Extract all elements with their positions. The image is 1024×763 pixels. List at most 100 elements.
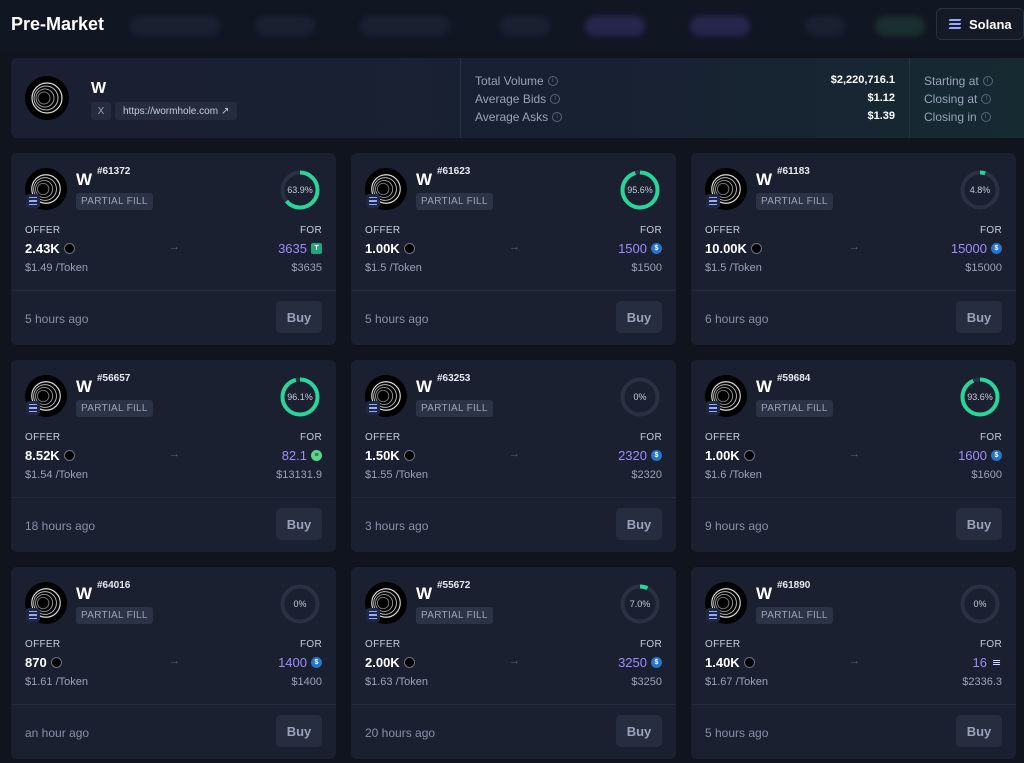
chain-selector-button[interactable]: Solana bbox=[936, 8, 1024, 40]
sol-token-icon: ≡ bbox=[311, 450, 322, 461]
arrow-right-icon: → bbox=[169, 241, 180, 253]
token-symbol: W bbox=[91, 80, 107, 97]
order-card[interactable]: W #55672 PARTIAL FILL 7.0% OFFER FOR 2.0… bbox=[351, 567, 676, 759]
offer-label: OFFER bbox=[365, 639, 401, 650]
offer-label: OFFER bbox=[25, 225, 61, 236]
offer-amount: 10.00K bbox=[705, 241, 762, 256]
order-card[interactable]: W #56657 PARTIAL FILL 96.1% OFFER FOR 8.… bbox=[11, 360, 336, 552]
buy-button[interactable]: Buy bbox=[956, 508, 1002, 540]
buy-button[interactable]: Buy bbox=[956, 715, 1002, 747]
blurred-nav-item[interactable] bbox=[690, 16, 750, 36]
buy-button[interactable]: Buy bbox=[616, 301, 662, 333]
for-usd-value: $1600 bbox=[971, 469, 1002, 481]
order-card[interactable]: W #63253 PARTIAL FILL 0% OFFER FOR 1.50K… bbox=[351, 360, 676, 552]
blurred-nav-item[interactable] bbox=[255, 16, 315, 36]
solana-chain-icon bbox=[366, 401, 380, 415]
blurred-nav-item[interactable] bbox=[875, 16, 925, 36]
offer-amount: 1.00K bbox=[705, 448, 755, 463]
order-symbol: W bbox=[76, 170, 93, 189]
w-token-icon bbox=[63, 450, 75, 461]
arrow-right-icon: → bbox=[509, 241, 520, 253]
offer-label: OFFER bbox=[25, 639, 61, 650]
fill-percent: 0% bbox=[293, 599, 307, 609]
divider bbox=[351, 497, 676, 498]
order-time: 5 hours ago bbox=[705, 726, 769, 740]
buy-button[interactable]: Buy bbox=[276, 715, 322, 747]
for-amount-value: 1600 bbox=[958, 448, 987, 463]
buy-button[interactable]: Buy bbox=[956, 301, 1002, 333]
order-symbol: W bbox=[416, 170, 433, 189]
partial-fill-badge: PARTIAL FILL bbox=[756, 193, 833, 210]
for-label: FOR bbox=[299, 639, 322, 650]
buy-button[interactable]: Buy bbox=[616, 508, 662, 540]
for-amount: 1500 $ bbox=[618, 241, 662, 256]
offer-amount-value: 10.00K bbox=[705, 241, 747, 256]
offer-amount-value: 1.50K bbox=[365, 448, 400, 463]
for-usd-value: $2336.3 bbox=[962, 676, 1002, 688]
order-card[interactable]: W #61890 PARTIAL FILL 0% OFFER FOR 1.40K… bbox=[691, 567, 1016, 759]
solana-chain-icon bbox=[26, 194, 40, 208]
blurred-nav-item[interactable] bbox=[585, 16, 645, 36]
fill-percent: 4.8% bbox=[969, 185, 991, 195]
order-card[interactable]: W #59684 PARTIAL FILL 93.6% OFFER FOR 1.… bbox=[691, 360, 1016, 552]
offer-amount: 2.00K bbox=[365, 655, 415, 670]
buy-button[interactable]: Buy bbox=[616, 715, 662, 747]
partial-fill-badge: PARTIAL FILL bbox=[76, 193, 153, 210]
buy-button[interactable]: Buy bbox=[276, 508, 322, 540]
stat-label: Starting at bbox=[924, 74, 979, 88]
stat-label: Total Volume bbox=[475, 74, 544, 88]
usdc-token-icon: $ bbox=[311, 657, 322, 668]
stat-average-bids: Average Bids i $1.12 bbox=[475, 92, 895, 108]
fill-percent: 95.6% bbox=[627, 185, 653, 195]
solana-chain-icon bbox=[26, 608, 40, 622]
blurred-nav-item[interactable] bbox=[360, 16, 450, 36]
arrow-right-icon: → bbox=[509, 655, 520, 667]
for-amount-value: 3250 bbox=[618, 655, 647, 670]
order-symbol: W bbox=[756, 584, 773, 603]
arrow-right-icon: → bbox=[169, 448, 180, 460]
info-icon[interactable]: i bbox=[550, 94, 561, 104]
for-usd-value: $1400 bbox=[291, 676, 322, 688]
offer-amount-value: 2.00K bbox=[365, 655, 400, 670]
offer-amount-value: 1.00K bbox=[365, 241, 400, 256]
divider bbox=[11, 290, 336, 291]
website-link[interactable]: https://wormhole.com ↗ bbox=[115, 102, 238, 120]
usdc-token-icon: $ bbox=[651, 657, 662, 668]
blurred-nav-item[interactable] bbox=[130, 16, 220, 36]
stat-label: Closing in bbox=[924, 110, 977, 124]
order-card[interactable]: W #64016 PARTIAL FILL 0% OFFER FOR 870 →… bbox=[11, 567, 336, 759]
for-amount-value: 2320 bbox=[618, 448, 647, 463]
price-per-token: $1.5 /Token bbox=[365, 262, 422, 274]
for-amount-value: 16 bbox=[972, 655, 987, 670]
info-icon[interactable]: i bbox=[982, 76, 993, 86]
for-amount: 3250 $ bbox=[618, 655, 662, 670]
blurred-nav-item[interactable] bbox=[805, 16, 845, 36]
info-icon[interactable]: i bbox=[547, 76, 558, 86]
divider bbox=[351, 704, 676, 705]
chain-label: Solana bbox=[969, 16, 1012, 32]
solana-chain-icon bbox=[706, 401, 720, 415]
solana-chain-icon bbox=[706, 608, 720, 622]
for-amount: 82.1 ≡ bbox=[282, 448, 322, 463]
w-token-icon bbox=[50, 657, 62, 668]
info-icon[interactable]: i bbox=[552, 112, 563, 122]
arrow-right-icon: → bbox=[849, 448, 860, 460]
price-per-token: $1.67 /Token bbox=[705, 676, 768, 688]
info-icon[interactable]: i bbox=[980, 112, 991, 122]
for-label: FOR bbox=[639, 432, 662, 443]
w-token-icon bbox=[63, 243, 75, 254]
order-card[interactable]: W #61183 PARTIAL FILL 4.8% OFFER FOR 10.… bbox=[691, 153, 1016, 345]
x-icon[interactable]: X bbox=[91, 102, 111, 120]
blurred-nav-item[interactable] bbox=[500, 16, 550, 36]
order-card[interactable]: W #61623 PARTIAL FILL 95.6% OFFER FOR 1.… bbox=[351, 153, 676, 345]
order-id: #64016 bbox=[97, 580, 131, 591]
info-icon[interactable]: i bbox=[981, 94, 992, 104]
for-amount-value: 3635 bbox=[278, 241, 307, 256]
divider bbox=[351, 290, 676, 291]
order-card[interactable]: W #61372 PARTIAL FILL 63.9% OFFER FOR 2.… bbox=[11, 153, 336, 345]
fill-percent: 0% bbox=[973, 599, 987, 609]
solana-icon bbox=[948, 19, 962, 29]
buy-button[interactable]: Buy bbox=[276, 301, 322, 333]
partial-fill-badge: PARTIAL FILL bbox=[76, 607, 153, 624]
website-url: https://wormhole.com bbox=[123, 105, 219, 117]
